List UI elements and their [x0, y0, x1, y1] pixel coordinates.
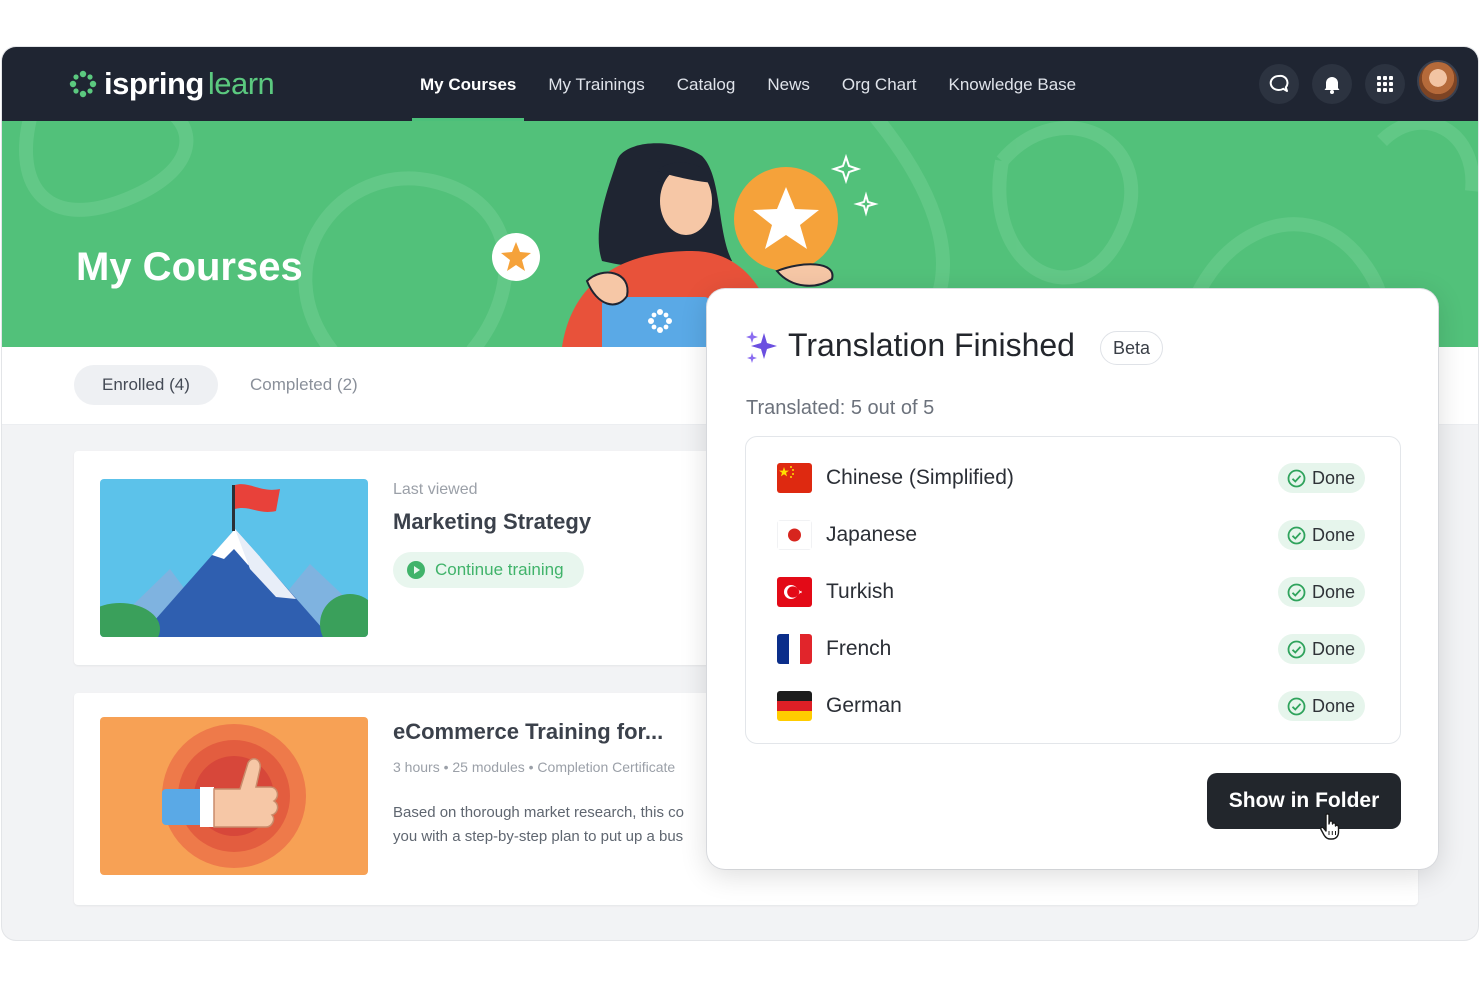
course-thumbnail — [100, 717, 368, 875]
language-row: French Done — [746, 621, 1402, 677]
mountain-flag-image — [100, 479, 368, 637]
course-description: Based on thorough market research, this … — [393, 801, 713, 849]
status-badge: Done — [1278, 577, 1366, 607]
ispring-learn-logo[interactable]: ispring learn — [68, 66, 275, 101]
course-meta: 3 hours • 25 modules • Completion Certif… — [393, 759, 676, 775]
check-circle-icon — [1287, 526, 1306, 544]
check-circle-icon — [1287, 640, 1306, 658]
language-name: French — [826, 637, 892, 660]
chat-button[interactable] — [1259, 64, 1299, 104]
status-badge: Done — [1278, 691, 1366, 721]
nav-my-trainings[interactable]: My Trainings — [532, 47, 660, 121]
continue-training-button[interactable]: Continue training — [393, 552, 584, 588]
bell-icon — [1324, 77, 1340, 94]
notifications-button[interactable] — [1312, 64, 1352, 104]
apps-grid-icon — [1377, 76, 1393, 92]
germany-flag-icon — [777, 691, 812, 721]
ai-sparkle-icon — [746, 331, 777, 363]
language-name: German — [826, 694, 902, 717]
translation-dialog: Translation Finished Beta Translated: 5 … — [707, 289, 1438, 869]
language-row: Chinese (Simplified) Done — [746, 450, 1402, 506]
language-name: Japanese — [826, 523, 918, 546]
dialog-title: Translation Finished — [788, 327, 1075, 363]
china-flag-icon — [777, 463, 812, 493]
course-title[interactable]: eCommerce Training for... — [393, 719, 663, 745]
main-nav: My Courses My Trainings Catalog News Org… — [404, 47, 1092, 121]
check-circle-icon — [1287, 583, 1306, 601]
check-circle-icon — [1287, 469, 1306, 487]
ispring-logo-icon — [69, 70, 97, 98]
apps-button[interactable] — [1365, 64, 1405, 104]
nav-news[interactable]: News — [751, 47, 826, 121]
status-text: Done — [1312, 695, 1356, 716]
translation-summary: Translated: 5 out of 5 — [746, 397, 935, 419]
status-badge: Done — [1278, 634, 1366, 664]
page-title: My Courses — [76, 245, 303, 289]
app-window: ispring learn My Courses My Trainings Ca… — [2, 47, 1478, 940]
language-name: Turkish — [826, 580, 895, 603]
status-badge: Done — [1278, 520, 1366, 550]
show-in-folder-button[interactable]: Show in Folder — [1207, 773, 1401, 829]
beta-badge: Beta — [1100, 331, 1164, 365]
france-flag-icon — [777, 634, 812, 664]
status-text: Done — [1312, 638, 1356, 659]
language-list: Chinese (Simplified) Done Japanese Done — [745, 436, 1401, 744]
language-name: Chinese (Simplified) — [826, 466, 1014, 489]
thumbs-up-image — [100, 717, 368, 875]
nav-org-chart[interactable]: Org Chart — [826, 47, 933, 121]
course-description-line: you with a step-by-step plan to put up a… — [393, 828, 684, 845]
user-avatar[interactable] — [1417, 60, 1459, 102]
last-viewed-label: Last viewed — [393, 481, 478, 498]
check-circle-icon — [1287, 697, 1306, 715]
logo-text-learn: learn — [207, 66, 275, 101]
status-text: Done — [1312, 524, 1356, 545]
chat-icon — [1269, 74, 1289, 92]
status-badge: Done — [1278, 463, 1366, 493]
nav-knowledge-base[interactable]: Knowledge Base — [933, 47, 1093, 121]
language-row: German Done — [746, 678, 1402, 734]
language-row: Japanese Done — [746, 507, 1402, 563]
tab-completed[interactable]: Completed (2) — [222, 365, 386, 405]
status-text: Done — [1312, 467, 1356, 488]
status-text: Done — [1312, 581, 1356, 602]
nav-catalog[interactable]: Catalog — [661, 47, 752, 121]
course-title[interactable]: Marketing Strategy — [393, 509, 591, 535]
nav-my-courses[interactable]: My Courses — [404, 47, 532, 121]
hand-pointer-cursor-icon — [1320, 813, 1340, 840]
course-thumbnail — [100, 479, 368, 637]
play-icon — [407, 561, 425, 579]
japan-flag-icon — [777, 520, 812, 550]
top-navigation: ispring learn My Courses My Trainings Ca… — [2, 47, 1478, 121]
tab-enrolled[interactable]: Enrolled (4) — [74, 365, 218, 405]
logo-text-ispring: ispring — [104, 66, 204, 101]
turkey-flag-icon — [777, 577, 812, 607]
language-row: Turkish Done — [746, 564, 1402, 620]
course-description-line: Based on thorough market research, this … — [393, 804, 684, 821]
continue-training-label: Continue training — [435, 560, 564, 579]
